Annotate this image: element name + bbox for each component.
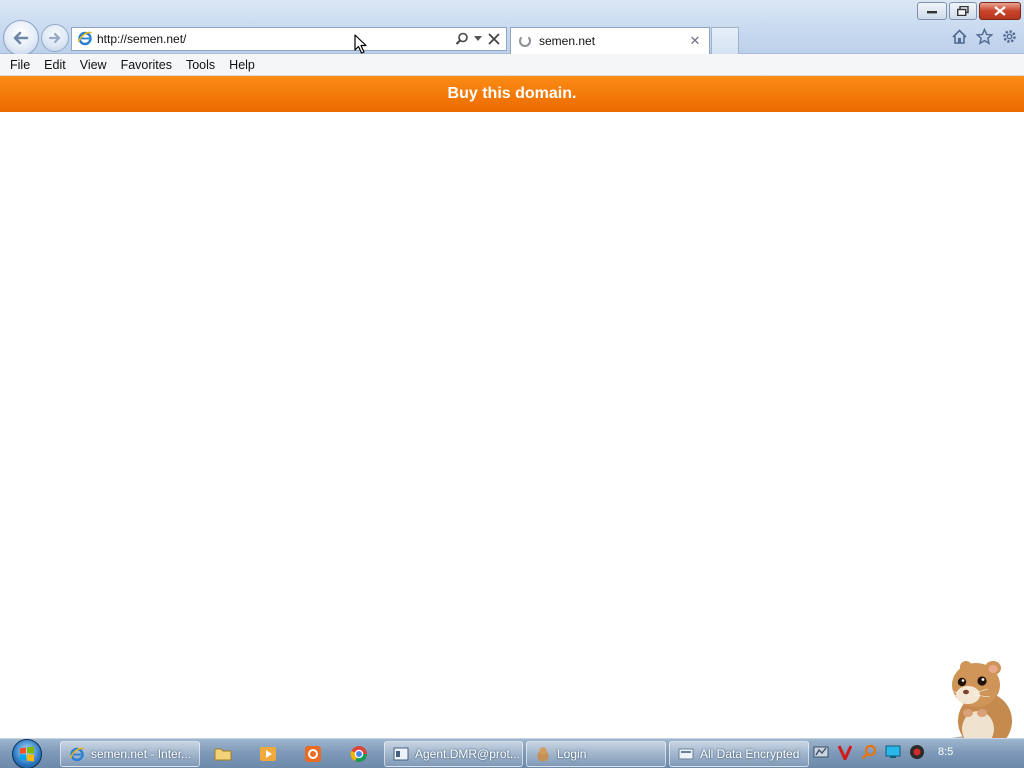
encrypted-icon	[678, 746, 694, 762]
new-tab-button[interactable]	[711, 27, 739, 54]
clock[interactable]: 8:5	[938, 743, 953, 761]
menu-file[interactable]: File	[3, 54, 37, 76]
restore-button[interactable]	[949, 2, 977, 20]
taskbar-label: Login	[557, 747, 587, 761]
menu-view[interactable]: View	[73, 54, 114, 76]
monitor-icon[interactable]	[884, 743, 902, 761]
taskbar-label: All Data Encrypted	[700, 747, 800, 761]
app-icon[interactable]	[302, 743, 324, 765]
address-url[interactable]: http://semen.net/	[97, 32, 454, 46]
media-player-icon[interactable]	[257, 743, 279, 765]
chevron-down-icon[interactable]	[474, 31, 482, 47]
arrow-left-icon	[13, 31, 29, 45]
taskbar-label: Agent.DMR@prot...	[415, 747, 520, 761]
taskbar-agent-window[interactable]: Agent.DMR@prot...	[384, 741, 523, 767]
close-icon	[994, 6, 1006, 16]
minimize-icon	[927, 11, 937, 14]
home-icon[interactable]	[951, 28, 968, 45]
mouse-cursor-icon	[354, 34, 367, 54]
favorites-star-icon[interactable]	[976, 28, 993, 45]
menu-edit[interactable]: Edit	[37, 54, 73, 76]
address-bar[interactable]: http://semen.net/	[71, 27, 507, 51]
back-button[interactable]	[3, 20, 39, 56]
gear-icon[interactable]	[1001, 28, 1018, 45]
taskbar-login-window[interactable]: Login	[526, 741, 666, 767]
record-icon[interactable]	[908, 743, 926, 761]
taskbar-encrypted-window[interactable]: All Data Encrypted	[669, 741, 809, 767]
menu-favorites[interactable]: Favorites	[114, 54, 179, 76]
window-controls	[917, 2, 1021, 20]
v-icon[interactable]	[836, 743, 854, 761]
browser-toolbar-icons	[951, 28, 1018, 45]
menu-bar: File Edit View Favorites Tools Help	[0, 54, 1024, 76]
taskbar-label: semen.net - Inter...	[91, 747, 192, 761]
forward-button[interactable]	[41, 24, 69, 52]
system-tray: 8:5	[812, 743, 953, 761]
close-window-button[interactable]	[979, 2, 1021, 20]
search-icon[interactable]	[860, 743, 878, 761]
search-icon[interactable]	[454, 31, 470, 47]
minimize-button[interactable]	[917, 2, 947, 20]
buy-domain-banner: Buy this domain.	[0, 76, 1024, 112]
buy-domain-link[interactable]: Buy this domain.	[448, 85, 577, 103]
agent-icon	[393, 746, 409, 762]
chrome-icon[interactable]	[348, 743, 370, 765]
windows-logo-icon	[12, 739, 42, 768]
taskbar-ie-window[interactable]: semen.net - Inter...	[60, 741, 200, 767]
browser-tab[interactable]: semen.net ✕	[510, 27, 710, 54]
windows-taskbar: semen.net - Inter... Agent.DMR@prot... L…	[0, 738, 1024, 768]
start-button[interactable]	[6, 739, 48, 768]
page-body	[0, 112, 1024, 738]
ie-page-icon	[77, 30, 93, 49]
login-icon	[535, 746, 551, 762]
network-icon[interactable]	[812, 743, 830, 761]
menu-help[interactable]: Help	[222, 54, 262, 76]
arrow-right-icon	[48, 32, 61, 44]
restore-icon	[957, 6, 969, 16]
explorer-icon[interactable]	[212, 743, 234, 765]
browser-title-bar: http://semen.net/ semen.net ✕	[0, 0, 1024, 56]
tab-title: semen.net	[539, 34, 596, 48]
menu-tools[interactable]: Tools	[179, 54, 222, 76]
stop-icon[interactable]	[486, 31, 502, 47]
loading-spinner-icon	[519, 35, 531, 47]
close-tab-icon[interactable]: ✕	[687, 33, 703, 49]
ie-icon	[69, 746, 85, 762]
